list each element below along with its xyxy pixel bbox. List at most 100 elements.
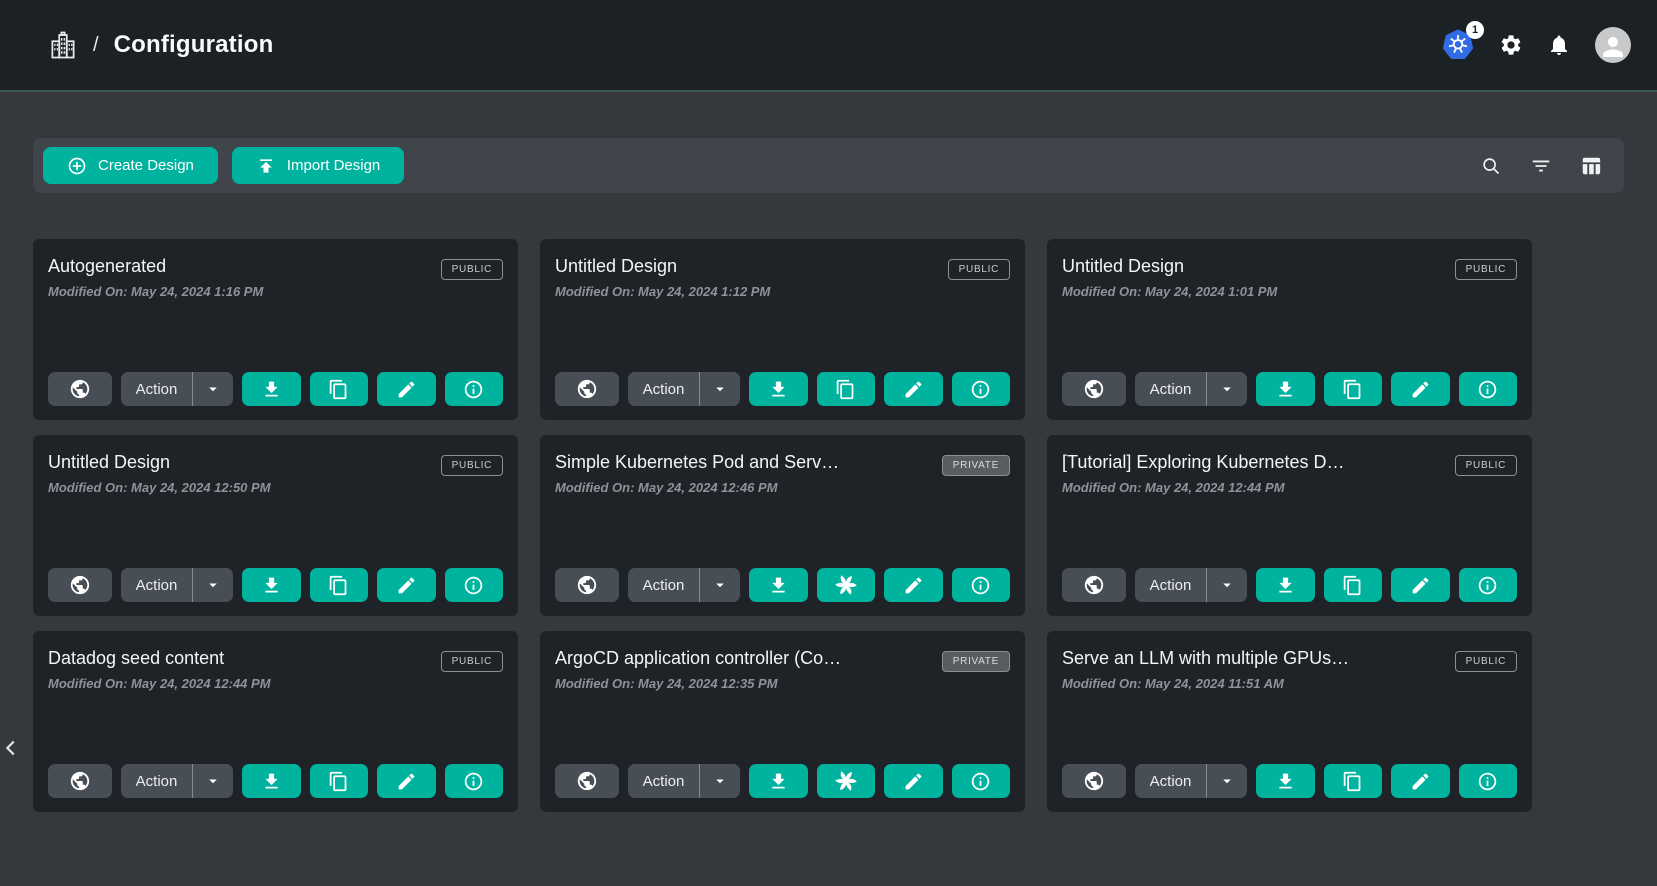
download-button[interactable] <box>1256 764 1315 798</box>
duplicate-button[interactable] <box>310 764 369 798</box>
edit-button[interactable] <box>1391 568 1450 602</box>
action-dropdown-button[interactable] <box>193 372 233 406</box>
info-button[interactable] <box>445 372 504 406</box>
visibility-globe-button[interactable] <box>1062 372 1126 406</box>
bell-icon <box>1547 33 1571 57</box>
edit-button[interactable] <box>1391 372 1450 406</box>
action-button[interactable]: Action <box>628 764 700 798</box>
download-icon <box>768 575 789 596</box>
visibility-globe-button[interactable] <box>48 568 112 602</box>
download-button[interactable] <box>1256 568 1315 602</box>
action-button[interactable]: Action <box>628 568 700 602</box>
visibility-globe-button[interactable] <box>555 764 619 798</box>
action-button[interactable]: Action <box>1135 568 1207 602</box>
settings-button[interactable] <box>1499 33 1523 57</box>
design-card: Simple Kubernetes Pod and Serv… Modified… <box>540 435 1025 616</box>
kubernetes-context-button[interactable]: 1 <box>1441 28 1475 62</box>
action-button[interactable]: Action <box>121 568 193 602</box>
design-grid: Autogenerated Modified On: May 24, 2024 … <box>33 239 1624 812</box>
card-action-row: Action <box>48 764 503 798</box>
spiral-action-button[interactable] <box>817 568 876 602</box>
edit-button[interactable] <box>884 568 943 602</box>
action-dropdown-button[interactable] <box>1207 568 1247 602</box>
duplicate-button[interactable] <box>310 568 369 602</box>
info-button[interactable] <box>445 568 504 602</box>
design-modified-date: Modified On: May 24, 2024 1:01 PM <box>1062 284 1277 299</box>
action-dropdown-button[interactable] <box>1207 372 1247 406</box>
edit-button[interactable] <box>377 568 436 602</box>
edit-button[interactable] <box>884 372 943 406</box>
download-icon <box>261 379 282 400</box>
visibility-globe-button[interactable] <box>48 372 112 406</box>
design-title: [Tutorial] Exploring Kubernetes D… <box>1062 452 1344 473</box>
edit-button[interactable] <box>377 372 436 406</box>
download-icon <box>768 771 789 792</box>
card-action-row: Action <box>1062 372 1517 406</box>
download-button[interactable] <box>242 764 301 798</box>
download-button[interactable] <box>749 568 808 602</box>
info-button[interactable] <box>952 764 1011 798</box>
info-button[interactable] <box>1459 568 1518 602</box>
info-icon <box>463 771 484 792</box>
profile-button[interactable] <box>1595 27 1631 63</box>
action-dropdown-button[interactable] <box>193 568 233 602</box>
action-dropdown-button[interactable] <box>700 764 740 798</box>
action-button[interactable]: Action <box>1135 372 1207 406</box>
filter-icon <box>1530 155 1552 177</box>
duplicate-button[interactable] <box>1324 372 1383 406</box>
download-button[interactable] <box>749 764 808 798</box>
design-card: Untitled Design Modified On: May 24, 202… <box>1047 239 1532 420</box>
action-button[interactable]: Action <box>121 764 193 798</box>
download-button[interactable] <box>749 372 808 406</box>
visibility-badge: PUBLIC <box>441 651 503 672</box>
edit-button[interactable] <box>884 764 943 798</box>
sidebar-collapse-button[interactable] <box>0 733 22 763</box>
download-button[interactable] <box>242 568 301 602</box>
download-button[interactable] <box>1256 372 1315 406</box>
action-button[interactable]: Action <box>121 372 193 406</box>
copy-icon <box>328 379 349 400</box>
duplicate-button[interactable] <box>1324 568 1383 602</box>
action-dropdown-button[interactable] <box>1207 764 1247 798</box>
person-icon <box>1598 32 1628 62</box>
visibility-globe-button[interactable] <box>1062 764 1126 798</box>
building-icon[interactable] <box>48 30 78 60</box>
info-button[interactable] <box>1459 372 1518 406</box>
caret-down-icon <box>711 380 729 398</box>
globe-icon <box>69 574 91 596</box>
info-button[interactable] <box>952 372 1011 406</box>
download-icon <box>261 771 282 792</box>
action-button[interactable]: Action <box>1135 764 1207 798</box>
table-view-button[interactable] <box>1580 155 1602 177</box>
filter-button[interactable] <box>1530 155 1552 177</box>
action-dropdown-button[interactable] <box>700 372 740 406</box>
duplicate-button[interactable] <box>817 372 876 406</box>
info-button[interactable] <box>1459 764 1518 798</box>
spiral-action-button[interactable] <box>817 764 876 798</box>
search-button[interactable] <box>1480 155 1502 177</box>
action-button[interactable]: Action <box>628 372 700 406</box>
action-dropdown-button[interactable] <box>700 568 740 602</box>
visibility-globe-button[interactable] <box>1062 568 1126 602</box>
card-header: [Tutorial] Exploring Kubernetes D… Modif… <box>1062 452 1517 495</box>
info-button[interactable] <box>445 764 504 798</box>
duplicate-button[interactable] <box>1324 764 1383 798</box>
download-button[interactable] <box>242 372 301 406</box>
create-design-button[interactable]: Create Design <box>43 147 218 184</box>
import-design-button[interactable]: Import Design <box>232 147 404 184</box>
create-design-label: Create Design <box>98 157 194 174</box>
notifications-button[interactable] <box>1547 33 1571 57</box>
action-split-button: Action <box>1135 372 1247 406</box>
design-modified-date: Modified On: May 24, 2024 1:16 PM <box>48 284 263 299</box>
visibility-globe-button[interactable] <box>555 568 619 602</box>
visibility-globe-button[interactable] <box>555 372 619 406</box>
action-split-button: Action <box>628 372 740 406</box>
duplicate-button[interactable] <box>310 372 369 406</box>
visibility-globe-button[interactable] <box>48 764 112 798</box>
edit-button[interactable] <box>377 764 436 798</box>
action-dropdown-button[interactable] <box>193 764 233 798</box>
edit-button[interactable] <box>1391 764 1450 798</box>
card-header: Serve an LLM with multiple GPUs… Modifie… <box>1062 648 1517 691</box>
info-icon <box>1477 575 1498 596</box>
info-button[interactable] <box>952 568 1011 602</box>
